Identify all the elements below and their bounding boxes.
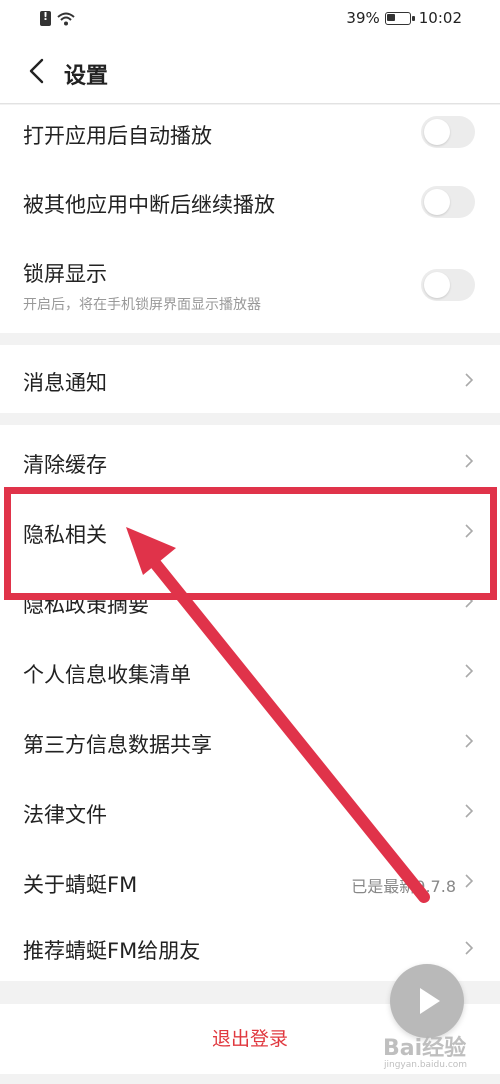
floating-play-button[interactable] — [390, 964, 464, 1038]
menu-row-clear-cache[interactable]: 清除缓存 — [0, 425, 500, 495]
battery-percent: 39% — [346, 9, 380, 27]
menu-row-privacy-summary[interactable]: 隐私政策摘要 — [0, 565, 500, 635]
toggle-knob — [424, 272, 450, 298]
sim-alert-icon — [40, 10, 51, 26]
menu-row-privacy[interactable]: 隐私相关 — [0, 495, 500, 565]
playback-settings-group: 打开应用后自动播放 被其他应用中断后继续播放 锁屏显示 开启后，将在手机锁屏界面… — [0, 105, 500, 333]
menu-label: 清除缓存 — [23, 453, 107, 477]
toggle-knob — [424, 119, 450, 145]
menu-label: 关于蜻蜓FM — [23, 873, 138, 897]
menu-row-personal-info[interactable]: 个人信息收集清单 — [0, 635, 500, 705]
chevron-right-icon — [465, 941, 474, 955]
header: 设置 — [0, 38, 500, 104]
main-menu-group: 清除缓存 隐私相关 隐私政策摘要 个人信息收集清单 第三方信息数据共享 法律文件… — [0, 425, 500, 981]
toggle-row-resume: 被其他应用中断后继续播放 — [0, 173, 500, 235]
toggle-sublabel: 开启后，将在手机锁屏界面显示播放器 — [23, 297, 261, 313]
watermark-url: jingyan.baidu.com — [384, 1060, 468, 1070]
menu-row-third-party[interactable]: 第三方信息数据共享 — [0, 705, 500, 775]
status-bar: 39% 10:02 — [0, 0, 500, 38]
chevron-right-icon — [465, 734, 474, 748]
chevron-right-icon — [465, 804, 474, 818]
watermark-logo: Bai经验 — [383, 1036, 467, 1061]
notification-group: 消息通知 — [0, 345, 500, 413]
menu-label: 法律文件 — [23, 803, 107, 827]
menu-label: 隐私相关 — [23, 523, 107, 547]
menu-label: 消息通知 — [23, 371, 107, 395]
toggle-label: 被其他应用中断后继续播放 — [23, 193, 275, 217]
menu-row-legal[interactable]: 法律文件 — [0, 775, 500, 845]
menu-label: 第三方信息数据共享 — [23, 733, 212, 757]
status-right: 39% 10:02 — [346, 9, 462, 27]
toggle-label: 打开应用后自动播放 — [23, 124, 212, 148]
toggle-knob — [424, 189, 450, 215]
autoplay-toggle[interactable] — [421, 116, 475, 148]
chevron-right-icon — [465, 373, 474, 387]
wifi-icon — [57, 12, 75, 25]
chevron-right-icon — [465, 594, 474, 608]
clock: 10:02 — [418, 9, 462, 27]
menu-label: 隐私政策摘要 — [23, 593, 149, 617]
menu-row-notifications[interactable]: 消息通知 — [0, 345, 500, 413]
chevron-right-icon — [465, 874, 474, 888]
lockscreen-toggle[interactable] — [421, 269, 475, 301]
chevron-right-icon — [465, 454, 474, 468]
toggle-row-autoplay: 打开应用后自动播放 — [0, 105, 500, 167]
version-value: 已是最新9.7.8 — [351, 877, 456, 896]
status-left — [40, 10, 75, 26]
menu-row-about[interactable]: 关于蜻蜓FM 已是最新9.7.8 — [0, 845, 500, 913]
chevron-right-icon — [465, 524, 474, 538]
menu-label: 推荐蜻蜓FM给朋友 — [23, 939, 201, 963]
chevron-left-icon — [29, 58, 44, 84]
menu-label: 个人信息收集清单 — [23, 663, 191, 687]
resume-toggle[interactable] — [421, 186, 475, 218]
battery-icon — [384, 11, 415, 25]
toggle-label: 锁屏显示 — [23, 262, 107, 286]
toggle-row-lockscreen: 锁屏显示 开启后，将在手机锁屏界面显示播放器 — [0, 245, 500, 333]
page-title: 设置 — [64, 64, 109, 89]
chevron-right-icon — [465, 664, 474, 678]
back-button[interactable] — [24, 56, 52, 86]
